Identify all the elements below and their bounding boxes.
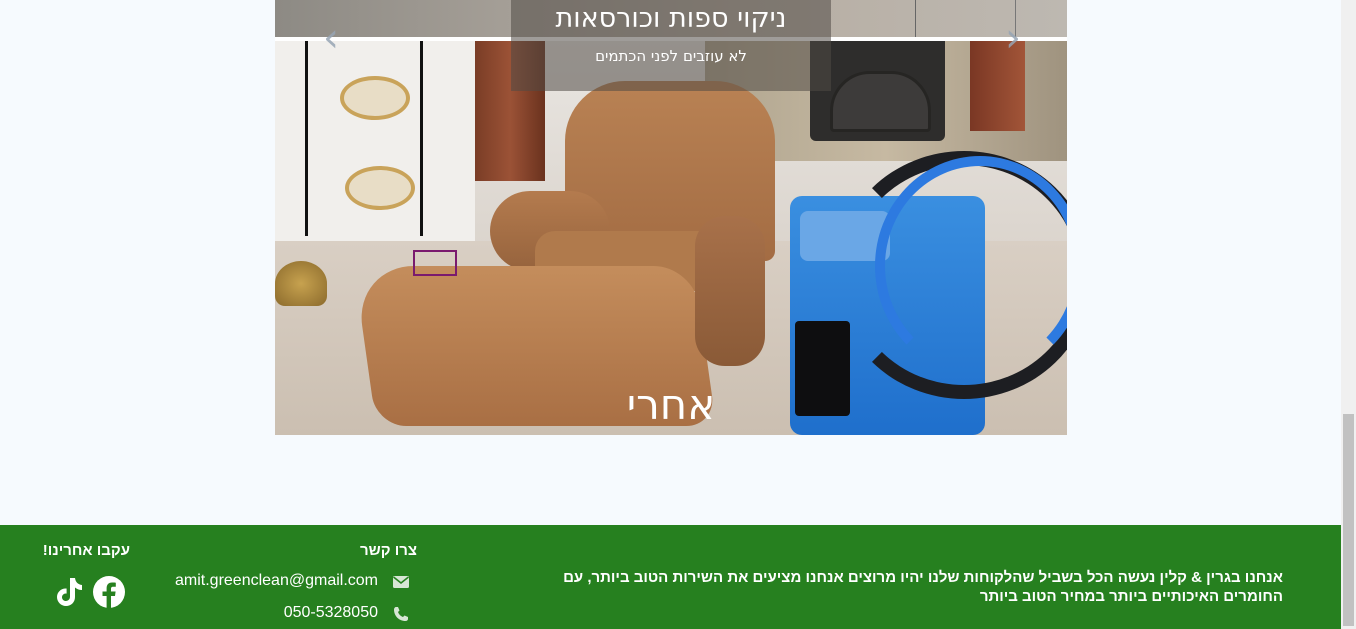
- metal-shelf: [305, 41, 445, 236]
- carousel-prev-button[interactable]: ‹: [317, 18, 345, 58]
- after-label: אחרי: [626, 380, 716, 429]
- chevron-right-icon: ›: [1005, 15, 1021, 61]
- slide-subtitle: לא עוזבים לפני הכתמים: [595, 47, 747, 65]
- envelope-icon: [393, 576, 409, 588]
- phone-icon: [394, 607, 408, 621]
- lamp-base: [275, 261, 327, 306]
- focus-outline: [413, 250, 457, 276]
- chevron-left-icon: ‹: [323, 15, 339, 61]
- facebook-icon: [93, 576, 125, 608]
- site-footer: אנחנו בגרין & קלין נעשה הכל בשביל שהלקוח…: [0, 525, 1341, 629]
- tiktok-link[interactable]: [52, 575, 86, 609]
- image-carousel[interactable]: ניקוי ספות וכורסאות לא עוזבים לפני הכתמי…: [275, 0, 1067, 435]
- phone-link[interactable]: 050-5328050: [140, 604, 410, 624]
- phone-text: 050-5328050: [283, 604, 378, 621]
- tiktok-icon: [57, 578, 82, 606]
- carousel-next-button[interactable]: ›: [999, 18, 1027, 58]
- follow-title: עקבו אחרינו!: [42, 542, 130, 559]
- email-text: amit.greenclean@gmail.com: [175, 572, 378, 589]
- contact-title: צרו קשר: [360, 542, 417, 559]
- about-text: אנחנו בגרין & קלין נעשה הכל בשביל שהלקוח…: [563, 569, 1283, 605]
- facebook-link[interactable]: [92, 575, 126, 609]
- slide-title: ניקוי ספות וכורסאות: [555, 3, 787, 34]
- scrollbar-thumb[interactable]: [1343, 414, 1354, 626]
- email-link[interactable]: amit.greenclean@gmail.com: [140, 572, 410, 592]
- slide-image-after: [275, 41, 1067, 435]
